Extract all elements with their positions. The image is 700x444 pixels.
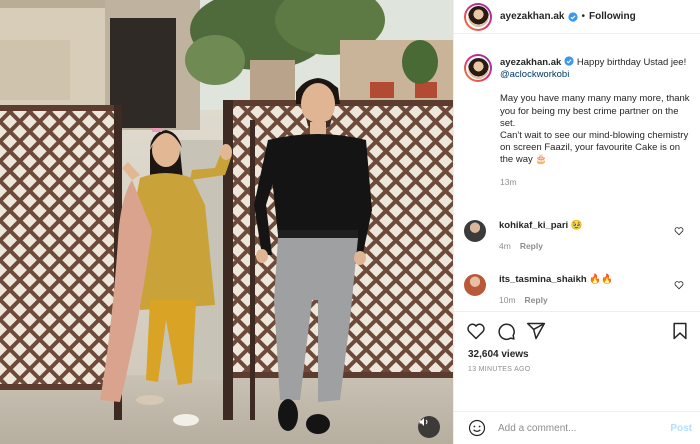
post-header: ayezakhan.ak • Following (454, 0, 700, 34)
view-count[interactable]: 32,604 views (468, 349, 529, 360)
add-comment-form: Post (454, 411, 700, 444)
comment-text: 🥹 (570, 220, 583, 231)
following-button[interactable]: Following (589, 11, 636, 22)
caption-line1: Happy birthday Ustad jee! (574, 57, 687, 68)
post-video[interactable] (0, 0, 453, 444)
comment-item: its_tasmina_shaikh 🔥🔥 10m Reply (454, 274, 700, 305)
share-icon[interactable] (526, 321, 546, 341)
commenter-username-link[interactable]: its_tasmina_shaikh (499, 274, 587, 285)
reply-button[interactable]: Reply (520, 241, 543, 251)
comments-list[interactable]: ayezakhan.ak Happy birthday Ustad jee! @… (454, 34, 700, 311)
post-comment-button[interactable]: Post (670, 423, 692, 434)
caption-avatar[interactable] (464, 54, 492, 82)
verified-badge-icon (567, 11, 578, 22)
commenter-username-link[interactable]: kohikaf_ki_pari (499, 220, 568, 231)
post-actions: 32,604 views 13 MINUTES AGO (454, 311, 700, 411)
emoji-icon[interactable] (468, 419, 486, 437)
speaker-icon (419, 418, 428, 426)
instagram-post-view: ayezakhan.ak • Following ayezakhan.ak Ha… (0, 0, 700, 444)
caption-username-link[interactable]: ayezakhan.ak (500, 57, 561, 68)
mute-toggle-button[interactable] (418, 416, 440, 438)
bookmark-icon[interactable] (670, 321, 690, 341)
comment-item: kohikaf_ki_pari 🥹 4m Reply (454, 220, 700, 251)
comment-timestamp: 4m (499, 241, 511, 251)
heart-icon[interactable] (674, 280, 684, 290)
author-username-link[interactable]: ayezakhan.ak (500, 11, 565, 22)
commenter-avatar[interactable] (464, 274, 486, 296)
verified-badge-icon (564, 56, 574, 66)
comment-icon[interactable] (496, 321, 516, 341)
comment-text: 🔥🔥 (589, 274, 613, 285)
author-avatar[interactable] (464, 2, 492, 31)
post-timestamp: 13 MINUTES AGO (468, 366, 531, 373)
post-side-panel: ayezakhan.ak • Following ayezakhan.ak Ha… (453, 0, 700, 444)
caption-mention-link[interactable]: @aclockworkobi (500, 69, 569, 80)
reply-button[interactable]: Reply (525, 295, 548, 305)
caption-timestamp: 13m (500, 176, 517, 187)
comment-timestamp: 10m (499, 295, 516, 305)
commenter-avatar[interactable] (464, 220, 486, 242)
post-caption: ayezakhan.ak Happy birthday Ustad jee! @… (454, 34, 700, 188)
video-frame (0, 0, 453, 444)
header-separator: • (581, 11, 586, 22)
caption-paragraph: May you have many many many more, thank … (500, 93, 690, 166)
heart-icon[interactable] (674, 226, 684, 236)
heart-icon[interactable] (466, 321, 486, 341)
comment-input[interactable] (498, 422, 671, 434)
